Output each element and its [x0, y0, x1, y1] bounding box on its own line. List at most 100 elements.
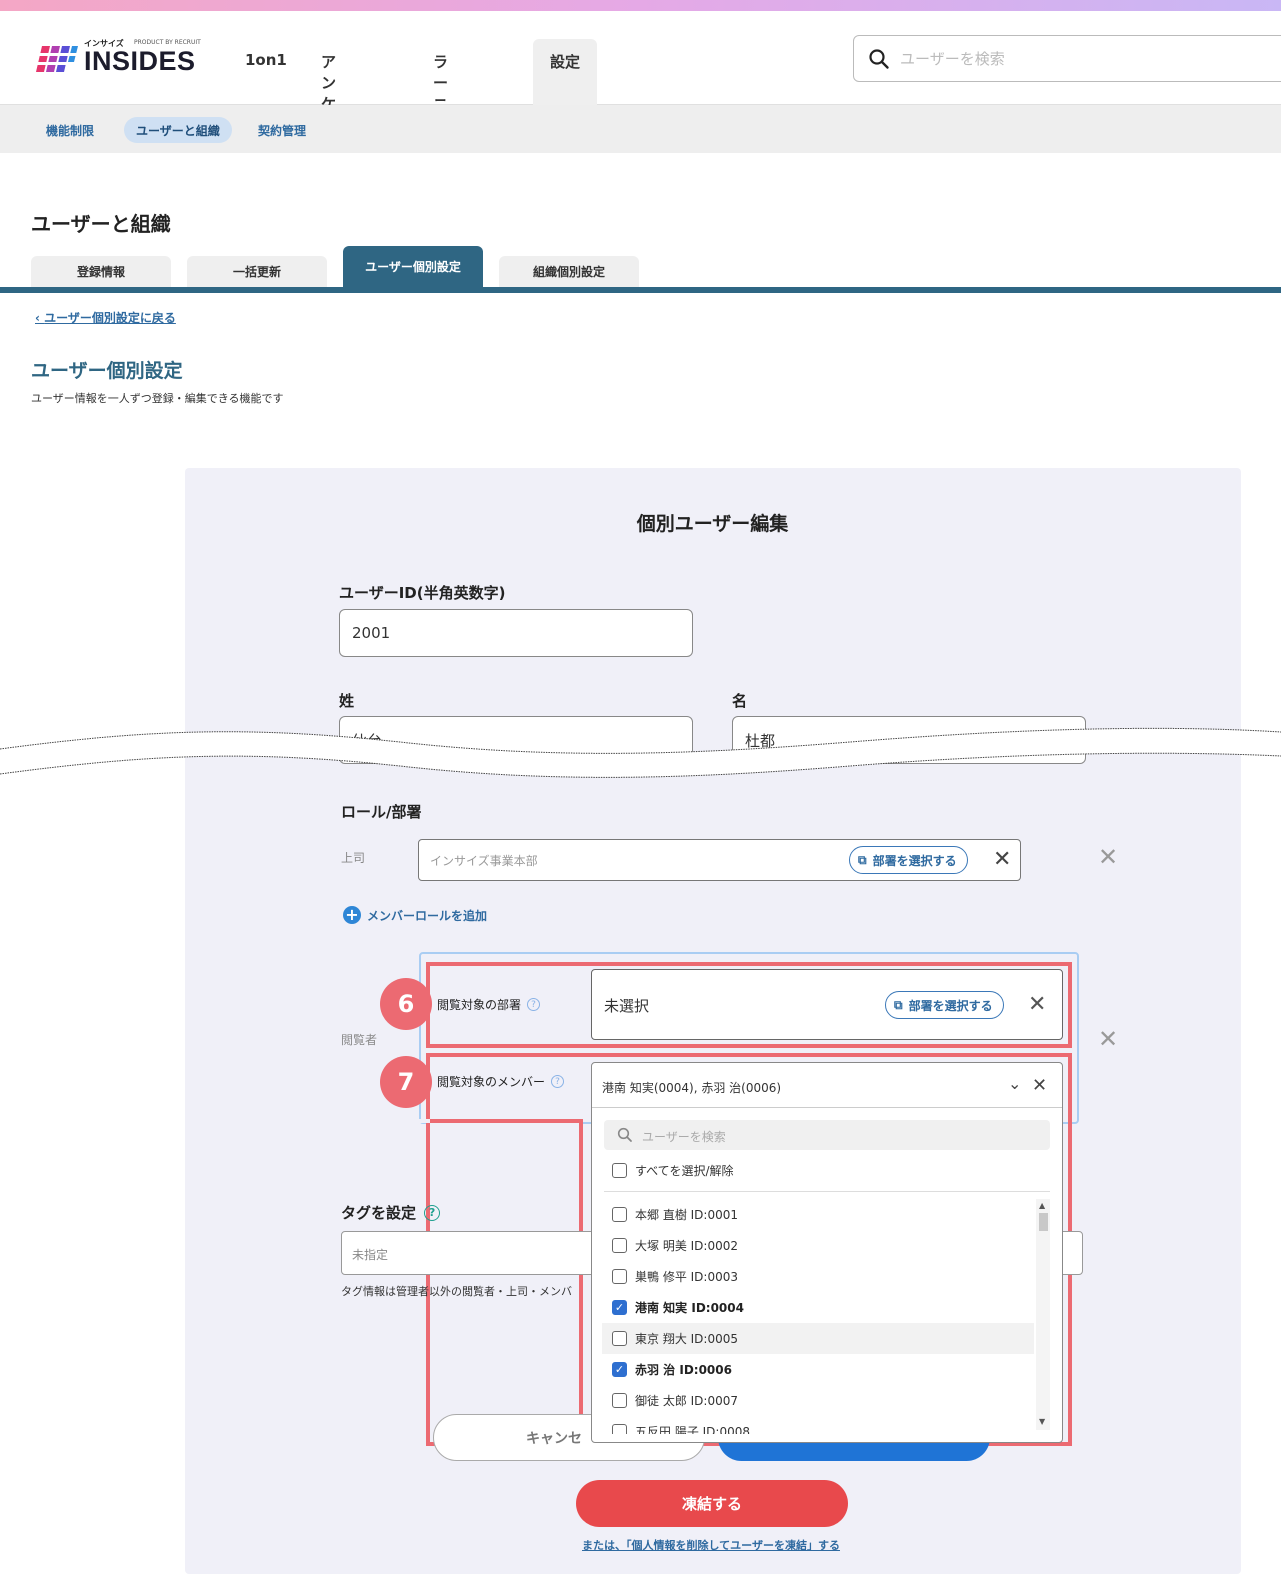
- add-member-role-button[interactable]: + メンバーロールを追加: [343, 906, 487, 924]
- tag-settings-title: タグを設定?: [341, 1202, 441, 1223]
- boss-dept-clear-icon[interactable]: ✕: [993, 849, 1011, 871]
- copy-icon: ⧉: [894, 997, 903, 1012]
- member-search[interactable]: ユーザーを検索: [604, 1120, 1050, 1150]
- step-badge-7: 7: [380, 1056, 432, 1108]
- member-option-label: 巣鴨 修平 ID:0003: [635, 1270, 738, 1284]
- member-option-label: 御徒 太郎 ID:0007: [635, 1394, 738, 1408]
- add-member-role-label: メンバーロールを追加: [367, 908, 488, 923]
- member-option-checkbox[interactable]: [612, 1207, 627, 1222]
- tab-bulk-update[interactable]: 一括更新: [187, 256, 327, 287]
- member-option[interactable]: 東京 翔大 ID:0005: [602, 1323, 1034, 1354]
- member-option-checkbox[interactable]: ✓: [612, 1362, 627, 1377]
- view-dept-value: 未選択: [604, 997, 650, 1015]
- step-badge-6: 6: [380, 978, 432, 1030]
- nav-1on1[interactable]: 1on1: [245, 39, 287, 105]
- tab-user-individual[interactable]: ユーザー個別設定: [343, 246, 483, 287]
- member-select-head[interactable]: 港南 知実(0004), 赤羽 治(0006) ⌄ ✕: [592, 1063, 1062, 1108]
- member-search-placeholder: ユーザーを検索: [642, 1130, 726, 1144]
- member-option[interactable]: ✓ 港南 知実 ID:0004: [602, 1292, 1034, 1323]
- top-gradient-bar: [0, 0, 1281, 11]
- member-option-label: 港南 知実 ID:0004: [635, 1301, 744, 1315]
- page-break-wave: [0, 727, 1281, 778]
- tab-registration[interactable]: 登録情報: [31, 256, 171, 287]
- view-dept-label-text: 閲覧対象の部署: [437, 998, 522, 1012]
- freeze-button[interactable]: 凍結する: [576, 1480, 848, 1527]
- select-all-checkbox[interactable]: [612, 1163, 627, 1178]
- help-icon[interactable]: ?: [424, 1204, 441, 1221]
- select-dept-label: 部署を選択する: [908, 998, 993, 1013]
- member-option-label: 赤羽 治 ID:0006: [635, 1363, 732, 1377]
- member-option-checkbox[interactable]: [612, 1238, 627, 1253]
- view-select-dept-button[interactable]: ⧉ 部署を選択する: [885, 991, 1004, 1019]
- help-icon[interactable]: ?: [551, 1075, 565, 1088]
- subnav-contract[interactable]: 契約管理: [246, 117, 318, 143]
- member-list-scrollbar[interactable]: ▲ ▼: [1036, 1199, 1050, 1430]
- member-option-checkbox[interactable]: [612, 1269, 627, 1284]
- scroll-up-icon[interactable]: ▲: [1039, 1201, 1045, 1210]
- view-member-label-text: 閲覧対象のメンバー: [437, 1075, 546, 1089]
- member-option-checkbox[interactable]: ✓: [612, 1300, 627, 1315]
- member-multiselect[interactable]: 港南 知実(0004), 赤羽 治(0006) ⌄ ✕ ユーザーを検索 すべてを…: [591, 1062, 1063, 1443]
- tab-underline: [0, 287, 1281, 293]
- cancel-label: キャンセ: [526, 1430, 582, 1447]
- boss-dept-input[interactable]: インサイズ事業本部 ⧉ 部署を選択する ✕: [418, 839, 1021, 881]
- member-option[interactable]: 巣鴨 修平 ID:0003: [602, 1261, 1034, 1292]
- member-option[interactable]: ✓ 赤羽 治 ID:0006: [602, 1354, 1034, 1385]
- highlight-notch-fill: [419, 1119, 430, 1123]
- section-description: ユーザー情報を一人ずつ登録・編集できる機能です: [31, 392, 284, 405]
- nav-survey[interactable]: アンケート: [321, 39, 336, 155]
- sub-nav: 機能制限 ユーザーと組織 契約管理: [0, 105, 1281, 153]
- viewer-label: 閲覧者: [341, 1033, 378, 1047]
- help-icon[interactable]: ?: [527, 998, 541, 1011]
- view-member-label: 閲覧対象のメンバー?: [437, 1073, 565, 1090]
- chevron-down-icon[interactable]: ⌄: [1008, 1074, 1021, 1093]
- member-option-checkbox[interactable]: [612, 1424, 627, 1434]
- tag-placeholder: 未指定: [352, 1248, 389, 1262]
- insides-logo[interactable]: インサイズ PRODUCT BY RECRUIT INSIDES: [34, 38, 204, 78]
- member-option-label: 五反田 陽子 ID:0008: [635, 1425, 750, 1434]
- member-option[interactable]: 五反田 陽子 ID:0008: [602, 1416, 1034, 1434]
- boss-select-dept-button[interactable]: ⧉ 部署を選択する: [849, 846, 968, 874]
- subnav-users-org[interactable]: ユーザーと組織: [124, 117, 232, 143]
- select-dept-label: 部署を選択する: [872, 853, 957, 868]
- nav-learning[interactable]: ラーニング: [433, 39, 448, 155]
- select-all-option[interactable]: すべてを選択/解除: [612, 1162, 733, 1179]
- member-option-list: 本郷 直樹 ID:0001 大塚 明美 ID:0002 巣鴨 修平 ID:0003 ✓…: [602, 1199, 1034, 1434]
- back-link[interactable]: ‹ ユーザー個別設定に戻る: [35, 309, 176, 326]
- scroll-down-icon[interactable]: ▼: [1039, 1417, 1045, 1426]
- boss-dept-placeholder: インサイズ事業本部: [430, 854, 538, 868]
- remove-viewer-role-icon[interactable]: ✕: [1098, 1027, 1118, 1051]
- chevron-left-icon: ‹: [35, 311, 45, 325]
- highlight-notch: [430, 1119, 583, 1442]
- logo-wordmark: INSIDES: [84, 46, 196, 76]
- subnav-feature-limits[interactable]: 機能制限: [34, 117, 106, 143]
- tab-org-individual[interactable]: 組織個別設定: [499, 256, 639, 287]
- remove-boss-role-icon[interactable]: ✕: [1098, 845, 1118, 869]
- role-dept-title: ロール/部署: [341, 803, 422, 821]
- copy-icon: ⧉: [858, 852, 867, 867]
- header: インサイズ PRODUCT BY RECRUIT INSIDES 1on1 アン…: [0, 11, 1281, 155]
- member-option-checkbox[interactable]: [612, 1331, 627, 1346]
- user-id-label: ユーザーID(半角英数字): [339, 584, 506, 602]
- view-dept-input[interactable]: 未選択 ⧉ 部署を選択する ✕: [591, 969, 1063, 1040]
- scroll-thumb[interactable]: [1039, 1213, 1048, 1231]
- back-link-label: ユーザー個別設定に戻る: [44, 311, 176, 325]
- section-title: ユーザー個別設定: [31, 360, 183, 382]
- search-icon: [617, 1127, 632, 1142]
- member-clear-icon[interactable]: ✕: [1032, 1075, 1047, 1096]
- form-title: 個別ユーザー編集: [636, 513, 789, 535]
- member-option-label: 大塚 明美 ID:0002: [635, 1239, 738, 1253]
- delete-and-freeze-link[interactable]: または、「個人情報を削除してユーザーを凍結」する: [0, 1537, 1281, 1553]
- select-all-label: すべてを選択/解除: [635, 1164, 734, 1178]
- member-option-label: 東京 翔大 ID:0005: [635, 1332, 738, 1346]
- member-option[interactable]: 大塚 明美 ID:0002: [602, 1230, 1034, 1261]
- global-search[interactable]: [853, 35, 1281, 82]
- view-dept-clear-icon[interactable]: ✕: [1028, 994, 1046, 1016]
- nav-settings[interactable]: 設定: [533, 39, 597, 105]
- member-option-checkbox[interactable]: [612, 1393, 627, 1408]
- member-option[interactable]: 御徒 太郎 ID:0007: [602, 1385, 1034, 1416]
- last-name-label: 姓: [339, 692, 355, 710]
- global-search-input[interactable]: [900, 46, 1260, 72]
- user-id-input[interactable]: 2001: [339, 609, 693, 657]
- member-option[interactable]: 本郷 直樹 ID:0001: [602, 1199, 1034, 1230]
